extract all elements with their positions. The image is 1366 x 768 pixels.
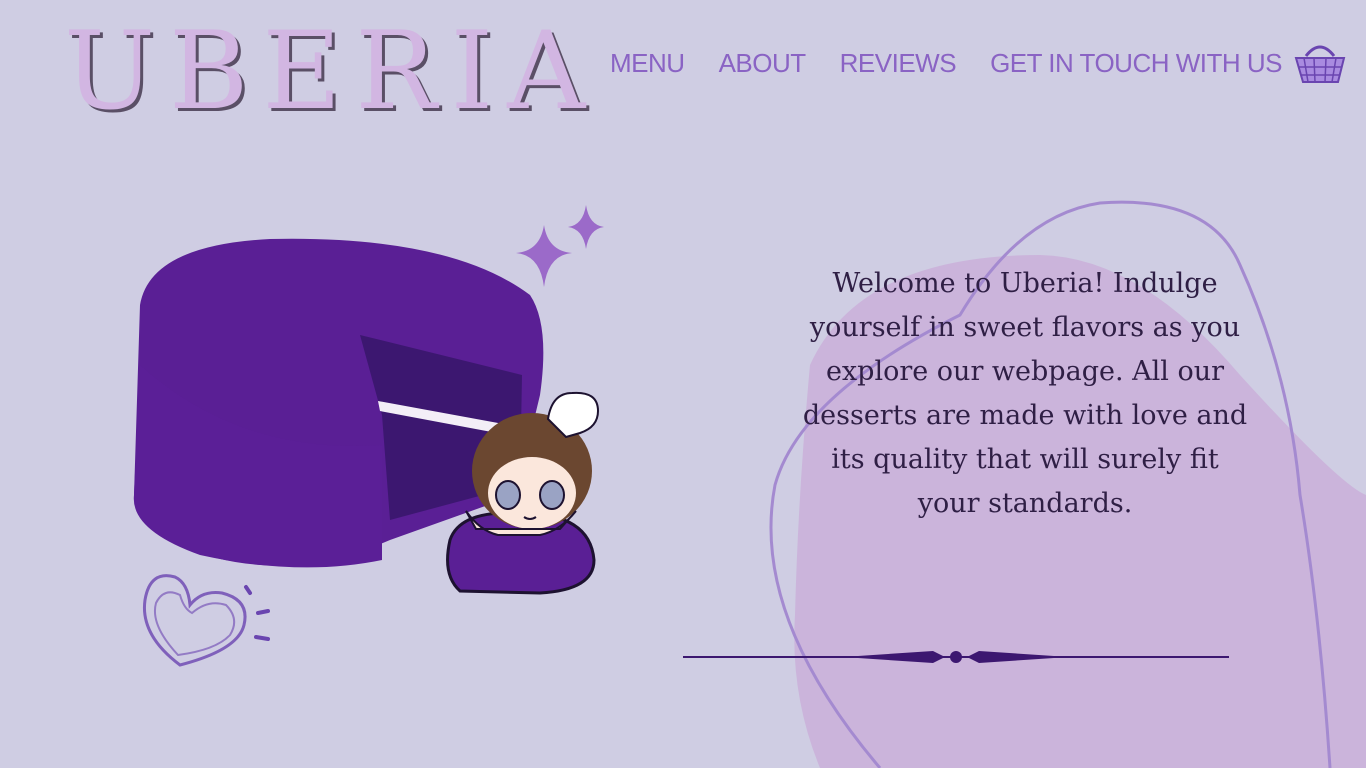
nav-get-in-touch[interactable]: GET IN TOUCH WITH US (990, 48, 1282, 79)
sparkle-icon (516, 205, 604, 287)
basket-icon[interactable] (1294, 40, 1346, 86)
nav-menu[interactable]: MENU (610, 48, 685, 79)
heart-doodle-icon (142, 574, 270, 667)
nav-about[interactable]: ABOUT (719, 48, 807, 79)
main-nav: MENU ABOUT REVIEWS GET IN TOUCH WITH US (610, 40, 1346, 86)
ornamental-divider (683, 651, 1229, 663)
logo: UBERIA (64, 9, 600, 134)
cake-illustration (133, 205, 604, 667)
welcome-message: Welcome to Uberia! Indulge yourself in s… (802, 268, 1248, 519)
nav-reviews[interactable]: REVIEWS (840, 48, 957, 79)
